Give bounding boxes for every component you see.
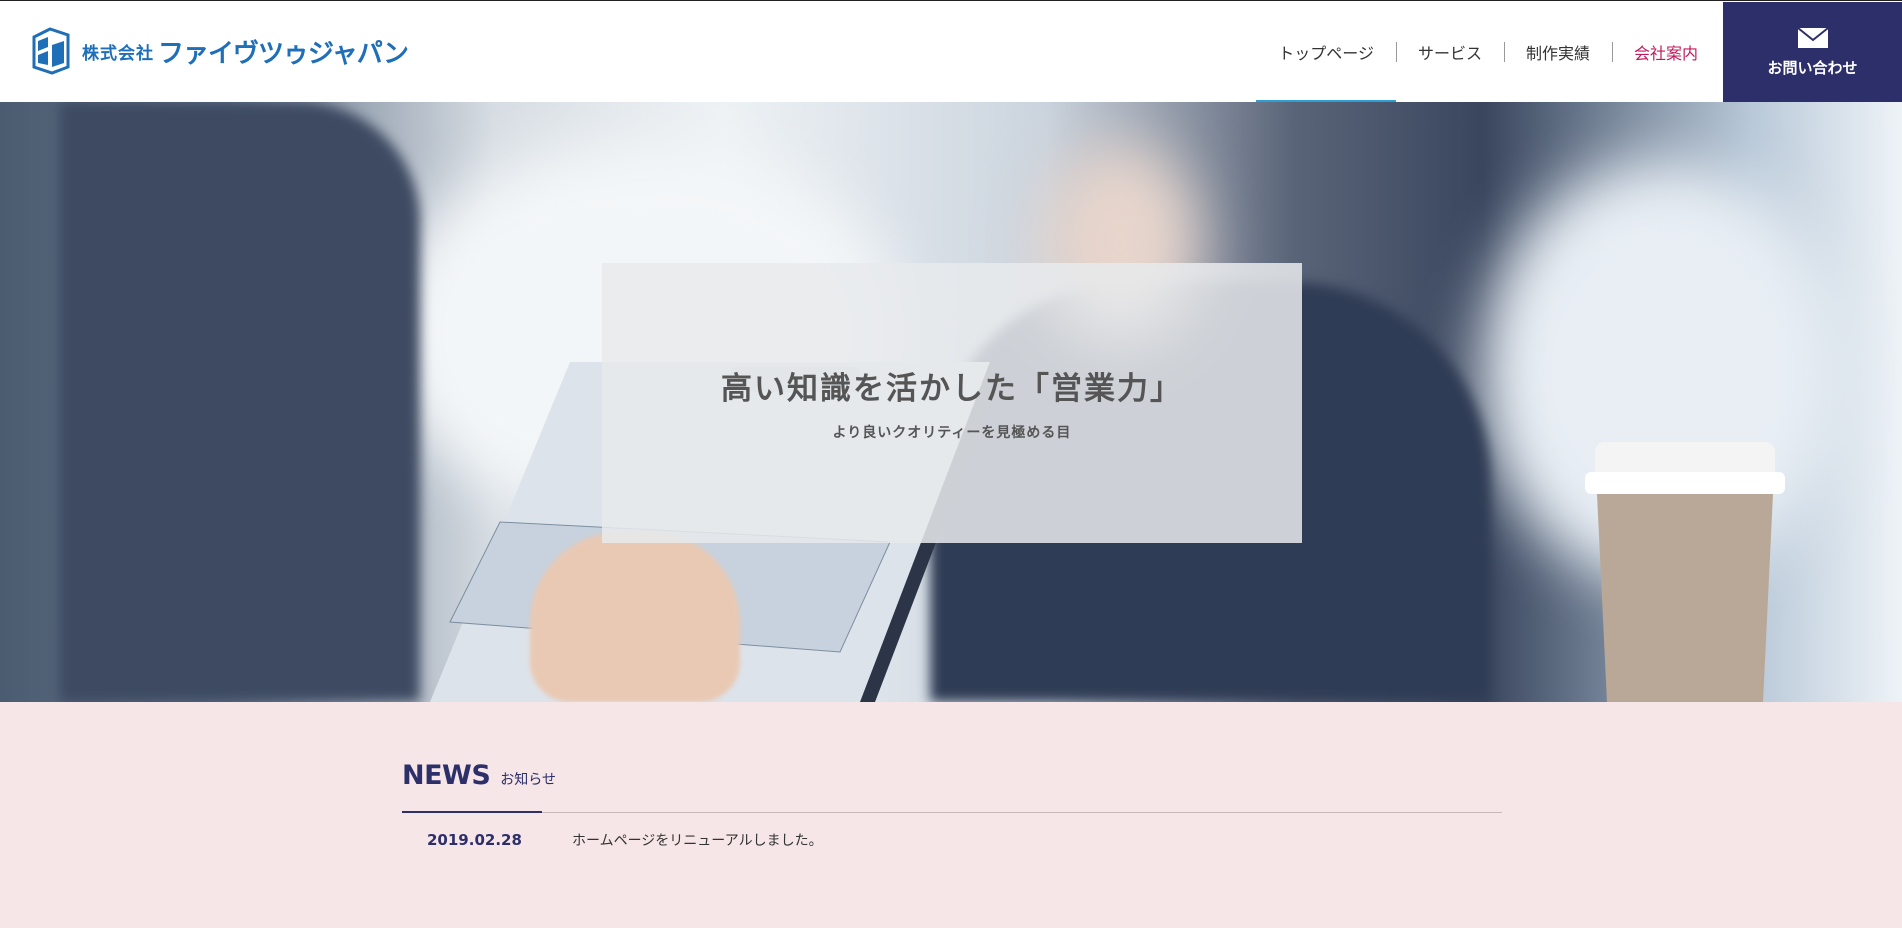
envelope-icon xyxy=(1796,26,1829,48)
nav-item-works[interactable]: 制作実績 xyxy=(1503,2,1612,102)
contact-label: お問い合わせ xyxy=(1767,58,1858,77)
hero-title: 高い知識を活かした「営業力」 xyxy=(721,371,1183,407)
nav-item-services[interactable]: サービス xyxy=(1395,2,1504,102)
hand-illustration xyxy=(530,532,740,702)
hero-caption-box: 高い知識を活かした「営業力」 より良いクオリティーを見極める目 xyxy=(602,263,1302,543)
news-section: NEWS お知らせ 2019.02.28 ホームページをリニューアルしました。 xyxy=(0,702,1902,928)
news-title: NEWS xyxy=(402,760,491,791)
contact-button[interactable]: お問い合わせ xyxy=(1723,2,1902,102)
coffee-cup-illustration xyxy=(1585,442,1785,702)
logo-text-prefix: 株式会社 xyxy=(82,43,154,64)
logo-text-name: ファイヴツゥジャパン xyxy=(158,38,409,69)
main-nav: トップページ サービス 制作実績 会社案内 xyxy=(1256,2,1720,102)
nav-item-company[interactable]: 会社案内 xyxy=(1611,2,1720,102)
news-item-date: 2019.02.28 xyxy=(427,831,522,849)
news-divider-accent xyxy=(402,811,542,813)
nav-item-top[interactable]: トップページ xyxy=(1256,2,1396,102)
news-heading: NEWS お知らせ xyxy=(402,760,556,791)
company-logo[interactable]: 株式会社 ファイヴツゥジャパン xyxy=(28,26,409,76)
news-subtitle: お知らせ xyxy=(500,772,557,788)
hero-bg-person-left xyxy=(60,102,420,702)
news-item-text[interactable]: ホームページをリニューアルしました。 xyxy=(572,830,823,850)
hero-subtitle: より良いクオリティーを見極める目 xyxy=(832,425,1072,441)
hero-banner: 高い知識を活かした「営業力」 より良いクオリティーを見極める目 xyxy=(0,102,1902,702)
news-divider xyxy=(402,812,1502,813)
site-header: 株式会社 ファイヴツゥジャパン トップページ サービス 制作実績 会社案内 お問… xyxy=(0,2,1902,102)
company-logo-mark-icon xyxy=(32,27,70,75)
news-item[interactable]: 2019.02.28 ホームページをリニューアルしました。 xyxy=(402,830,1502,850)
